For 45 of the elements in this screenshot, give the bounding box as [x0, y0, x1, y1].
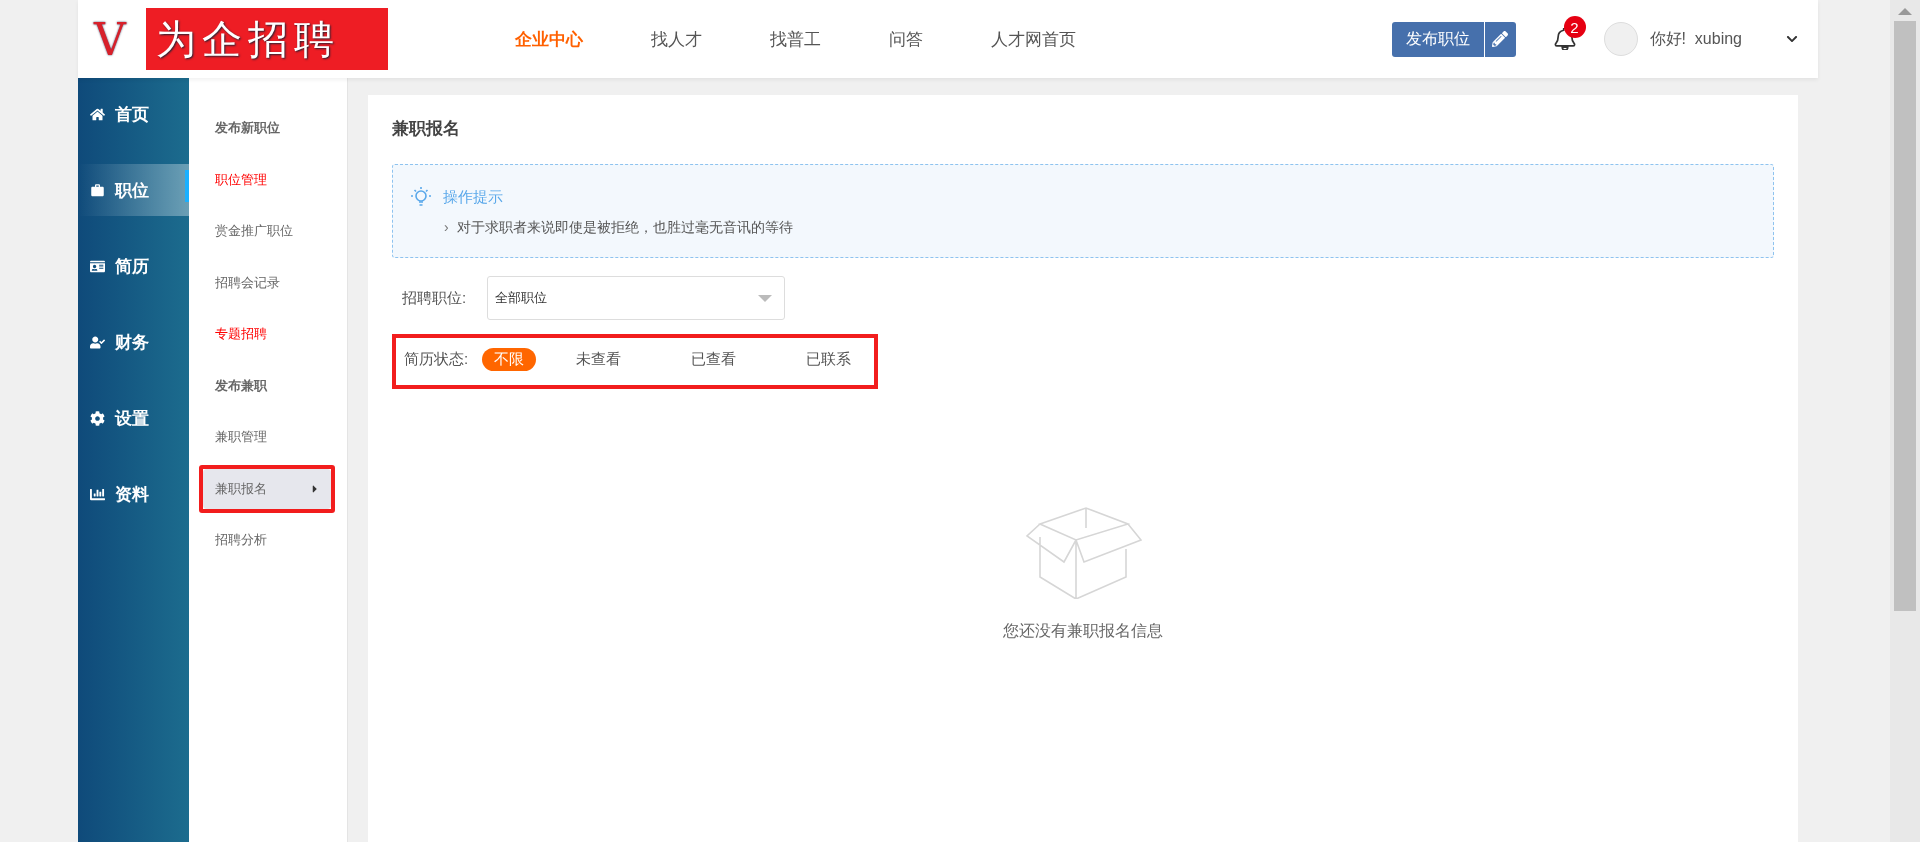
page-title: 兼职报名: [392, 118, 461, 140]
submenu-item[interactable]: 兼职报名: [203, 468, 331, 509]
nav-link[interactable]: 找普工: [740, 27, 850, 51]
submenu-item[interactable]: 职位管理: [203, 159, 331, 200]
nav-link[interactable]: 问答: [859, 27, 952, 51]
status-option[interactable]: 已查看: [679, 348, 748, 371]
pencil-icon: [1492, 31, 1508, 47]
submenu-item[interactable]: 赏金推广职位: [203, 211, 331, 251]
submenu-item[interactable]: 招聘会记录: [203, 262, 331, 303]
submenu-item[interactable]: 专题招聘: [203, 314, 331, 354]
chevron-down-icon[interactable]: [1786, 33, 1798, 45]
sidebar-item[interactable]: 财务: [78, 316, 189, 368]
bar-chart-icon: [90, 486, 105, 502]
nav-link[interactable]: 人才网首页: [961, 27, 1105, 51]
filter-label: 简历状态:: [404, 350, 470, 369]
submenu-item[interactable]: 兼职管理: [203, 417, 331, 457]
briefcase-icon: [90, 182, 105, 198]
sidebar-item[interactable]: 资料: [78, 468, 189, 520]
sidebar-item[interactable]: 设置: [78, 392, 189, 444]
sidebar-item[interactable]: 首页: [78, 88, 189, 140]
lightbulb-icon: [409, 185, 433, 209]
home-icon: [90, 106, 105, 122]
submenu-item[interactable]: 发布兼职: [203, 365, 331, 406]
user-greeting[interactable]: 你好! xubing: [1649, 28, 1742, 50]
status-option[interactable]: 已联系: [794, 348, 863, 371]
publish-job-button[interactable]: 发布职位: [1391, 21, 1516, 57]
logo-banner: 为企招聘: [145, 8, 388, 70]
nav-link[interactable]: 找人才: [621, 27, 731, 51]
tip-title: 操作提示: [443, 187, 503, 207]
empty-message: 您还没有兼职报名信息: [1003, 621, 1163, 641]
sidebar-item[interactable]: 简历: [78, 240, 189, 292]
logo-letter: V: [94, 13, 126, 65]
submenu-item[interactable]: 招聘分析: [203, 520, 331, 560]
id-card-icon: [90, 258, 105, 274]
status-option[interactable]: 未查看: [564, 348, 633, 371]
notification-count-badge: 2: [1563, 16, 1586, 38]
submenu-item[interactable]: 发布新职位: [203, 108, 331, 148]
settings-icon: [90, 410, 105, 426]
user-check-icon: [90, 334, 105, 350]
position-select[interactable]: 全部职位: [487, 276, 785, 320]
scrollbar[interactable]: [1890, 0, 1920, 842]
tip-text: 对于求职者来说即使是被拒绝，也胜过毫无音讯的等待: [456, 219, 793, 237]
bullet-mark: ›: [444, 219, 449, 237]
filter-label: 招聘职位:: [402, 288, 468, 308]
empty-box-icon: [1024, 507, 1142, 599]
